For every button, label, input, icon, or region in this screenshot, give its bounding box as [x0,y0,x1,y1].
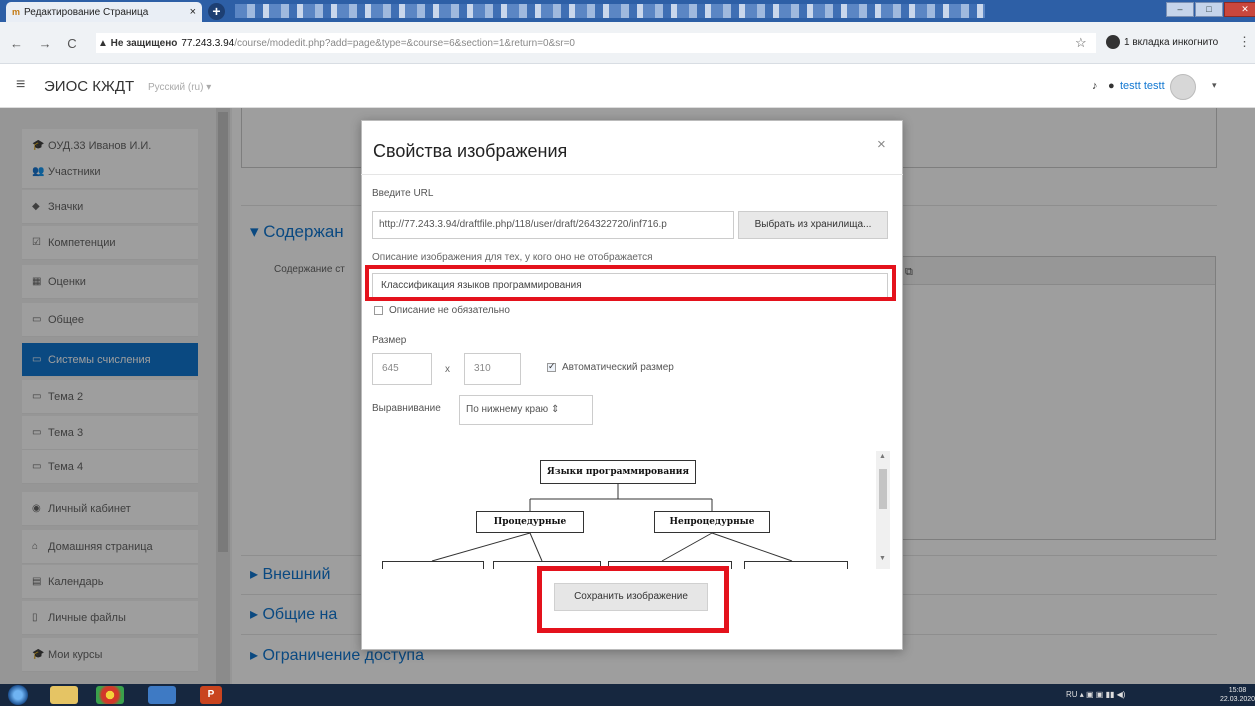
browser-menu-icon[interactable]: ⋮ [1238,34,1251,50]
width-input[interactable]: 645 [372,353,432,385]
new-tab-button[interactable]: + [208,3,225,20]
preview-scrollbar[interactable]: ▲ ▼ [876,451,890,569]
minimize-button[interactable]: – [1166,2,1194,17]
presentation-label: Описание не обязательно [389,305,510,316]
incognito-label: 1 вкладка инкогнито [1124,36,1219,48]
diagram-leaf-node [382,561,484,569]
security-warning[interactable]: ▲ Не защищено [98,38,177,49]
maximize-button[interactable]: □ [1195,2,1223,17]
clock-time: 15:08 [1228,687,1247,694]
align-label: Выравнивание [372,403,441,414]
bookmark-star-icon[interactable]: ☆ [1075,35,1087,51]
user-menu-caret-icon[interactable]: ▾ [1212,80,1217,91]
auto-size-checkbox-row[interactable]: Автоматический размер [547,361,674,373]
browser-tabs-background [235,4,985,18]
powerpoint-icon[interactable]: P [200,686,222,704]
image-url-input[interactable]: http://77.243.3.94/draftfile.php/118/use… [372,211,734,239]
auto-size-checkbox[interactable] [547,361,556,372]
close-icon[interactable]: × [877,136,886,153]
browser-tab-title: Редактирование Страница [24,6,149,18]
size-label: Размер [372,335,407,346]
image-preview: Языки программирования Процедурные Непро… [372,451,874,569]
hamburger-menu-icon[interactable]: ≡ [16,76,25,94]
language-menu[interactable]: Русский (ru) ▾ [148,82,211,93]
url-host: 77.243.3.94 [181,37,235,49]
diagram-root-node: Языки программирования [540,460,696,484]
window-controls: – □ ✕ [1165,2,1255,17]
scroll-up-icon[interactable]: ▲ [879,453,886,460]
browser-tab[interactable]: m Редактирование Страница × [6,2,202,22]
user-name[interactable]: testt testt [1120,80,1165,92]
dialog-divider [361,174,903,175]
preview-scrollbar-thumb[interactable] [879,469,887,509]
clock-date: 22.03.2020 [1220,696,1255,703]
taskbar-clock[interactable]: 15:08 22.03.2020 [1220,686,1255,704]
window-close-button[interactable]: ✕ [1224,2,1255,17]
annotation-highlight-save [537,566,729,633]
url-label: Введите URL [372,188,434,199]
align-select[interactable]: По нижнему краю ⇕ [459,395,593,425]
diagram-leaf-node [744,561,848,569]
annotation-highlight-alt [365,265,896,301]
chrome-icon[interactable] [96,686,124,704]
start-button-icon[interactable] [8,685,28,705]
browse-repositories-button[interactable]: Выбрать из хранилища... [738,211,888,239]
url-path: /course/modedit.php?add=page&type=&cours… [234,37,575,49]
scroll-down-icon[interactable]: ▼ [879,555,886,562]
avatar[interactable] [1170,74,1196,100]
app-icon[interactable] [148,686,176,704]
auto-size-label: Автоматический размер [562,362,674,373]
messages-icon[interactable]: ● [1108,80,1115,92]
notification-bell-icon[interactable]: ♪ [1092,80,1098,92]
moodle-icon: m [12,7,21,17]
height-input[interactable]: 310 [464,353,521,385]
diagram-right-node: Непроцедурные [654,511,770,533]
close-icon[interactable]: × [190,6,196,18]
url-bar[interactable]: ▲ Не защищено 77.243.3.94/course/modedit… [96,33,1096,53]
tray-language[interactable]: RU [1066,690,1078,699]
size-separator: x [445,364,450,375]
incognito-icon [1106,35,1120,49]
dialog-title: Свойства изображения [373,141,568,161]
presentation-checkbox[interactable] [374,306,383,315]
presentation-checkbox-row[interactable]: Описание не обязательно [374,305,510,316]
explorer-icon[interactable] [50,686,78,704]
incognito-indicator[interactable]: 1 вкладка инкогнито [1106,35,1218,49]
alt-text-label: Описание изображения для тех, у кого оно… [372,252,653,263]
site-name[interactable]: ЭИОС КЖДТ [44,78,134,95]
browser-nav-buttons[interactable]: ← → C [10,36,83,51]
system-tray[interactable]: RU ▴ ▣ ▣ ▮▮ ◀) [1066,690,1125,699]
diagram-left-node: Процедурные [476,511,584,533]
